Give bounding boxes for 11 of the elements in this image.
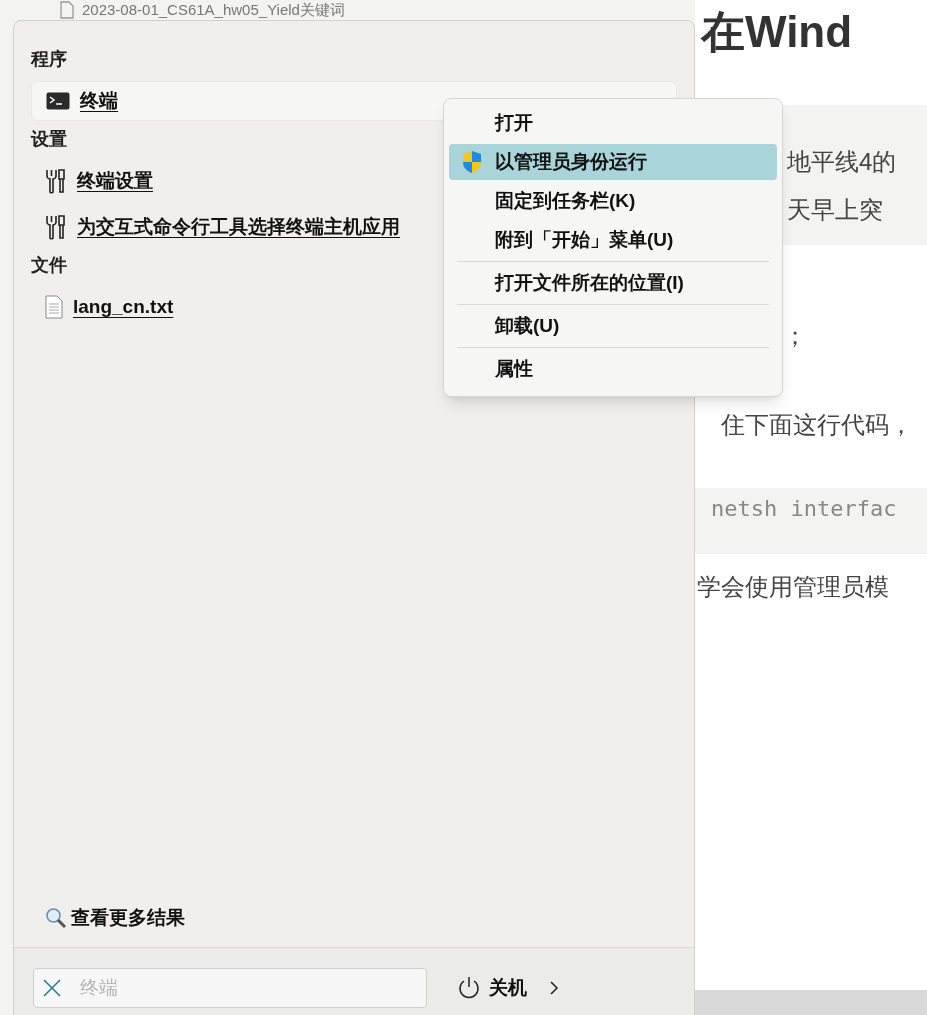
article-text: 学会使用管理员模 [697, 575, 889, 599]
section-title: 文件 [31, 254, 68, 277]
quote-text: 天早上突 [787, 198, 883, 222]
article-text: ； [783, 324, 807, 348]
code-line: netsh interfac [711, 495, 897, 523]
file-name: 2023-08-01_CS61A_hw05_Yield关键词 [82, 0, 345, 19]
article-heading: 在Wind [699, 6, 854, 58]
section-title: 设置 [31, 128, 68, 151]
article-text: 住下面这行代码， [721, 413, 913, 437]
quote-text: 地平线4的 [787, 150, 897, 174]
section-title: 程序 [31, 48, 68, 71]
